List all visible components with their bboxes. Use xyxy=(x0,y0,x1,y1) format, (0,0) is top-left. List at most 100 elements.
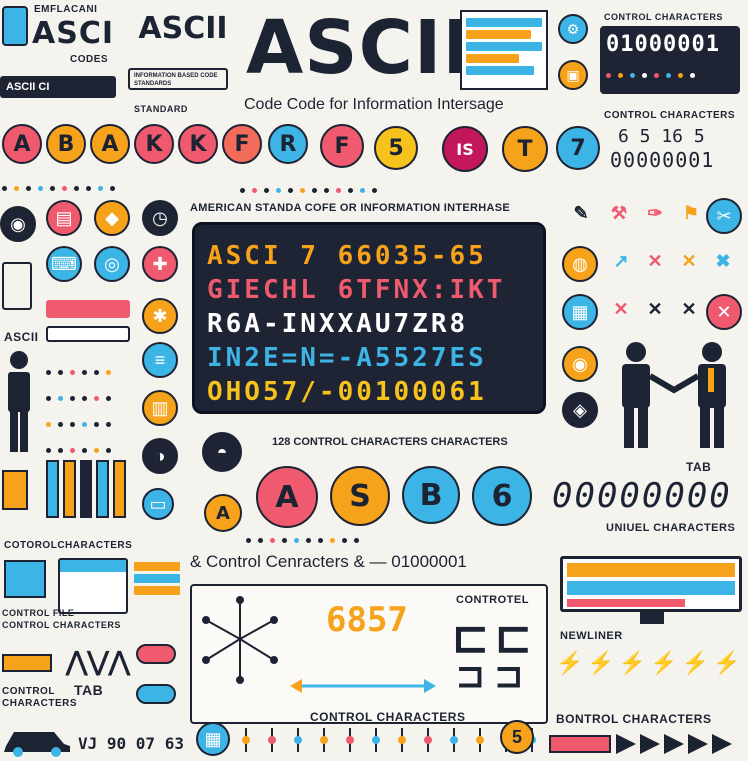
chart-icon: ▥ xyxy=(142,390,178,426)
toggle-icon-2 xyxy=(136,684,176,704)
codes-label: CODES xyxy=(70,54,109,65)
decor-dots-top xyxy=(240,180,384,198)
info-tag-text: INFORMATION BASED CODE STANDARDS xyxy=(134,73,218,87)
vertical-bars xyxy=(46,460,126,518)
bolt-icon: ⚡ xyxy=(650,650,678,675)
bolt-icon: ⚡ xyxy=(618,650,647,675)
abc-circle: A xyxy=(204,494,242,532)
abc-circle-char: S xyxy=(349,478,371,514)
flag-icon: ⚑ xyxy=(682,202,700,223)
binary-panel: 01000001 xyxy=(600,26,740,94)
letter-circle-char: B xyxy=(57,131,75,157)
tool-icon: ✂ xyxy=(706,198,742,234)
decor-dots-left xyxy=(2,178,122,196)
header-badge-icon xyxy=(2,6,28,46)
bottom-numbers: VJ 90 07 63 xyxy=(78,734,184,753)
tab-left-label: TAB xyxy=(74,682,104,698)
control-file-label: CONTROL FILE xyxy=(2,608,75,618)
toggle-icon xyxy=(136,644,176,664)
window-icon: ▭ xyxy=(142,488,174,520)
abc-circle: B xyxy=(402,466,460,524)
double-arrow-icon xyxy=(290,679,436,693)
letter-circle-char: K xyxy=(145,131,163,157)
left-screen xyxy=(4,560,46,598)
letter-circle: IS xyxy=(442,126,488,172)
cross-icon: ✕ xyxy=(647,250,663,271)
code-line: IN2E=N=-A5527ES xyxy=(207,343,487,373)
code-line: OHO57/-00100061 xyxy=(207,377,487,407)
banner-ascii-text: ASCII xyxy=(138,10,228,46)
code-line: R6A-INXXAU7ZR8 xyxy=(207,309,469,339)
banner-ascii: ASCII xyxy=(128,10,238,46)
bolt-row: ⚡⚡⚡⚡⚡⚡⚡ xyxy=(556,650,748,676)
tag-icon: ◆ xyxy=(94,200,130,236)
letter-circle: F xyxy=(320,124,364,168)
bolt-icon: ⚡ xyxy=(681,650,710,675)
grid-icon: ▦ xyxy=(562,294,598,330)
stack-icon: ≡ xyxy=(142,342,178,378)
letter-circle: B xyxy=(46,124,86,164)
left-screen-3 xyxy=(134,562,180,604)
letter-circle: R xyxy=(268,124,308,164)
uniuel-label: UNIUEL CHARACTERS xyxy=(606,522,736,534)
control-file-label-2: CONTROL CHARACTERS xyxy=(2,620,121,630)
chars-128-label: 128 CONTROL CHARACTERS CHARACTERS xyxy=(272,436,508,448)
letter-circle-char: 5 xyxy=(388,135,404,161)
bracket-symbols: ⊏⊏ xyxy=(452,616,538,660)
letter-circle: A xyxy=(90,124,130,164)
abc-circle-char: B xyxy=(419,477,443,513)
letter-circle: A xyxy=(2,124,42,164)
letter-circle-char: A xyxy=(101,131,119,157)
letter-circle: K xyxy=(178,124,218,164)
network-graphic xyxy=(202,596,278,684)
newliner-label: NEWLINER xyxy=(560,630,623,642)
monitor-icon xyxy=(560,556,742,612)
bracket-icon: ⊏ xyxy=(452,613,495,662)
bracket-icon-2: ⊏ xyxy=(494,613,538,662)
stripe xyxy=(466,30,531,39)
bars-panel xyxy=(460,10,548,90)
doc-icon: ▦ xyxy=(196,722,230,756)
bracket-icon-3: ⊐ xyxy=(456,657,495,695)
bontrol-label: BONTROL CHARACTERS xyxy=(556,712,712,726)
big-binary: 00000000 xyxy=(552,476,732,516)
abc-circle-char: 6 xyxy=(491,478,513,514)
letter-circle: F xyxy=(222,124,262,164)
letter-circle-char: IS xyxy=(456,139,474,159)
controtel-label: CONTROTEL xyxy=(456,594,529,606)
five-badge-icon: 5 xyxy=(500,720,534,754)
letter-circle: 5 xyxy=(374,126,418,170)
bolt-icon: ⚡ xyxy=(556,650,584,675)
decor-dots-mid xyxy=(246,530,366,548)
key-grid xyxy=(46,362,136,453)
binary-value: 01000001 xyxy=(606,32,720,57)
letter-circle: T xyxy=(502,126,548,172)
left-keyboard-graphic xyxy=(46,326,130,342)
stripe xyxy=(466,42,542,51)
bolt-icon: ⚡ xyxy=(713,650,741,675)
cross-icon-3: ✕ xyxy=(613,298,629,319)
letter-circle-char: R xyxy=(279,131,297,157)
left-bar-box xyxy=(2,470,28,510)
control-text: & Control Cenracters & — 01000001 xyxy=(190,552,467,571)
bulb-icon: ✱ xyxy=(142,298,178,334)
control-title-2: CONTROL CHARACTERS xyxy=(604,110,736,121)
letter-circle: K xyxy=(134,124,174,164)
left-tag: ASCII CI xyxy=(0,76,116,98)
letter-circle-char: F xyxy=(234,131,250,157)
binary-dots xyxy=(606,65,734,83)
letter-circle: 7 xyxy=(556,126,600,170)
logo-small: ASCI xyxy=(32,16,115,51)
abc-circle-char: A xyxy=(275,479,299,515)
letter-circle-char: K xyxy=(189,131,207,157)
pencil-arrows-icon xyxy=(549,734,732,754)
abc-circle: S xyxy=(330,466,390,526)
abc-circle: A xyxy=(256,466,318,528)
tab-label-right: TAB xyxy=(686,460,712,474)
keyboard-icon: ⌨ xyxy=(46,246,82,282)
bolt-icon: ⚡ xyxy=(587,650,615,675)
letter-circle-char: 7 xyxy=(570,135,586,161)
gear-icon: ⚙ xyxy=(558,14,588,44)
stop-icon: ✕ xyxy=(706,294,742,330)
bead-row xyxy=(240,728,540,752)
